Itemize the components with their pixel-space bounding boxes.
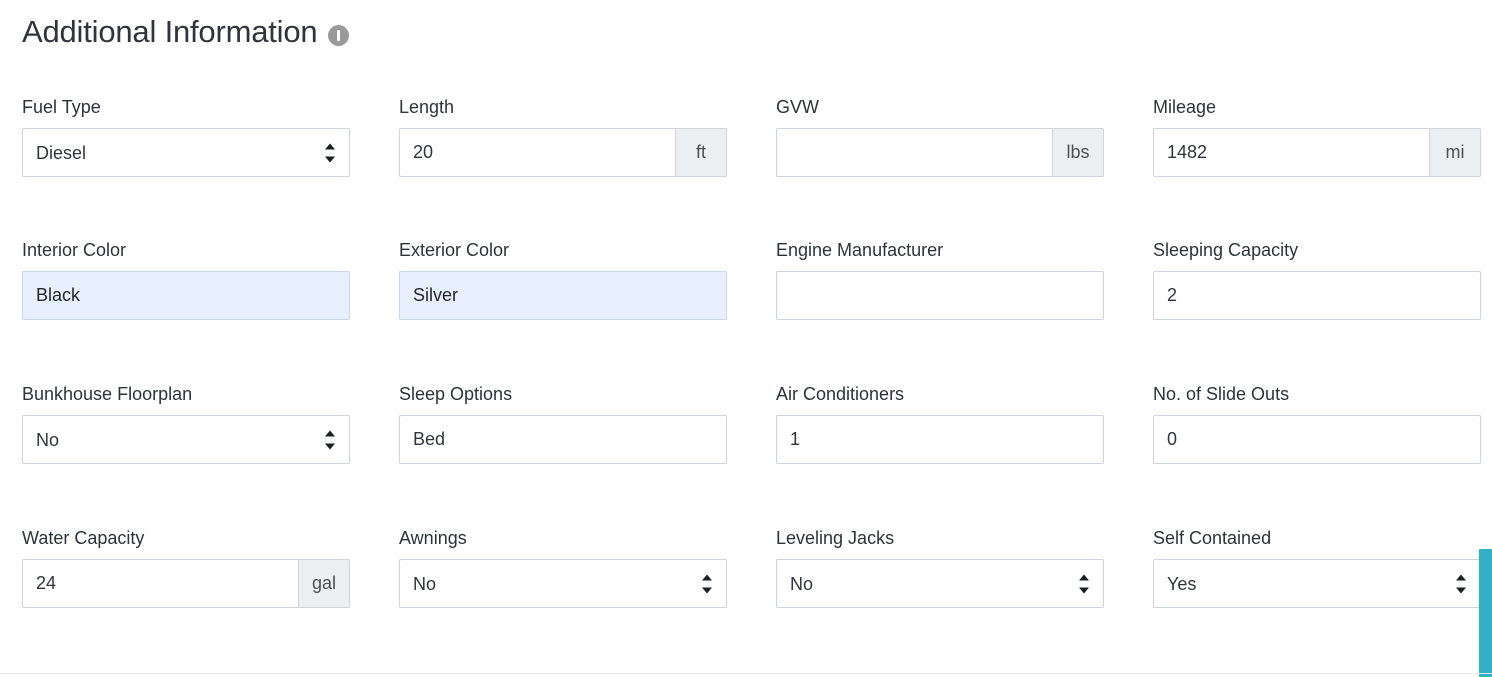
control-no-of-slide-outs [1153, 415, 1481, 464]
control-self-contained: Yes [1153, 559, 1481, 608]
label-sleeping-capacity: Sleeping Capacity [1153, 240, 1299, 260]
select-awnings[interactable]: No [399, 559, 727, 608]
control-interior-color [22, 271, 350, 320]
form-row: Water CapacitygalAwningsNoLeveling Jacks… [22, 527, 1481, 608]
control-engine-manufacturer [776, 271, 1104, 320]
control-sleep-options [399, 415, 727, 464]
select-chevron-updown-icon [702, 574, 713, 593]
select-value-bunkhouse-floorplan: No [36, 429, 60, 450]
control-fuel-type: Diesel [22, 128, 350, 177]
section-header: Additional Information [0, 0, 1492, 56]
field-sleeping-capacity: Sleeping Capacity [1153, 239, 1481, 320]
label-no-of-slide-outs: No. of Slide Outs [1153, 384, 1290, 404]
section-divider [0, 673, 1492, 674]
select-chevron-updown-icon [325, 143, 336, 162]
input-sleep-options[interactable] [399, 415, 727, 464]
field-exterior-color: Exterior Color [399, 239, 727, 320]
info-icon[interactable] [328, 24, 350, 46]
control-bunkhouse-floorplan: No [22, 415, 350, 464]
label-water-capacity: Water Capacity [22, 528, 145, 548]
label-gvw: GVW [776, 97, 819, 117]
field-gvw: GVW lbs [776, 96, 1104, 177]
field-fuel-type: Fuel Type Diesel [22, 96, 350, 177]
form-row: Bunkhouse Floorplan No Sleep Options Air Co… [22, 383, 1481, 464]
unit-addon-water-capacity: gal [299, 559, 350, 608]
label-sleep-options: Sleep Options [399, 384, 513, 404]
page-title: Additional Information [22, 14, 318, 50]
unit-addon-length: ft [676, 128, 727, 177]
input-exterior-color[interactable] [399, 271, 727, 320]
label-length: Length [399, 97, 455, 117]
field-self-contained: Self Contained Yes [1153, 527, 1481, 608]
input-water-capacity[interactable] [22, 559, 299, 608]
label-interior-color: Interior Color [22, 240, 127, 260]
field-engine-manufacturer: Engine Manufacturer [776, 239, 1104, 320]
input-interior-color[interactable] [22, 271, 350, 320]
label-leveling-jacks: Leveling Jacks [776, 528, 895, 548]
input-air-conditioners[interactable] [776, 415, 1104, 464]
select-value-awnings: No [413, 573, 437, 594]
label-engine-manufacturer: Engine Manufacturer [776, 240, 944, 260]
field-sleep-options: Sleep Options [399, 383, 727, 464]
info-icon-stem [337, 29, 341, 41]
control-awnings: No [399, 559, 727, 608]
field-mileage: Mileage mi [1153, 96, 1481, 177]
input-mileage[interactable] [1153, 128, 1430, 177]
field-length: Length ft [399, 96, 727, 177]
control-sleeping-capacity [1153, 271, 1481, 320]
label-mileage: Mileage [1153, 97, 1217, 117]
select-chevron-updown-icon [325, 430, 336, 449]
field-leveling-jacks: Leveling Jacks No [776, 527, 1104, 608]
select-leveling-jacks[interactable]: No [776, 559, 1104, 608]
select-value-leveling-jacks: No [790, 573, 814, 594]
select-chevron-updown-icon [1079, 574, 1090, 593]
select-fuel-type[interactable]: Diesel [22, 128, 350, 177]
field-air-conditioners: Air Conditioners [776, 383, 1104, 464]
control-gvw: lbs [776, 128, 1104, 177]
control-water-capacity: gal [22, 559, 350, 608]
label-exterior-color: Exterior Color [399, 240, 510, 260]
side-accent-bar[interactable] [1479, 549, 1492, 677]
control-length: ft [399, 128, 727, 177]
label-air-conditioners: Air Conditioners [776, 384, 905, 404]
input-length[interactable] [399, 128, 676, 177]
field-no-of-slide-outs: No. of Slide Outs [1153, 383, 1481, 464]
field-bunkhouse-floorplan: Bunkhouse Floorplan No [22, 383, 350, 464]
control-mileage: mi [1153, 128, 1481, 177]
select-value-self-contained: Yes [1167, 573, 1197, 594]
label-self-contained: Self Contained [1153, 528, 1272, 548]
additional-information-panel: Additional Information Fuel Type Diesel Le… [0, 0, 1492, 677]
form-row: Interior Color Exterior Color Engine Manuf… [22, 239, 1481, 320]
control-air-conditioners [776, 415, 1104, 464]
label-awnings: Awnings [399, 528, 467, 548]
select-self-contained[interactable]: Yes [1153, 559, 1481, 608]
select-bunkhouse-floorplan[interactable]: No [22, 415, 350, 464]
control-exterior-color [399, 271, 727, 320]
select-value-fuel-type: Diesel [36, 142, 87, 163]
select-chevron-updown-icon [1456, 574, 1467, 593]
input-engine-manufacturer[interactable] [776, 271, 1104, 320]
input-no-of-slide-outs[interactable] [1153, 415, 1481, 464]
unit-addon-mileage: mi [1430, 128, 1481, 177]
form-row: Fuel Type Diesel Length ft GVW lbs Mileage mi [22, 96, 1481, 177]
input-sleeping-capacity[interactable] [1153, 271, 1481, 320]
field-interior-color: Interior Color [22, 239, 350, 320]
field-water-capacity: Water Capacity gal [22, 527, 350, 608]
unit-addon-gvw: lbs [1053, 128, 1104, 177]
control-leveling-jacks: No [776, 559, 1104, 608]
label-bunkhouse-floorplan: Bunkhouse Floorplan [22, 384, 193, 404]
label-fuel-type: Fuel Type [22, 97, 101, 117]
input-gvw[interactable] [776, 128, 1053, 177]
field-awnings: Awnings No [399, 527, 727, 608]
